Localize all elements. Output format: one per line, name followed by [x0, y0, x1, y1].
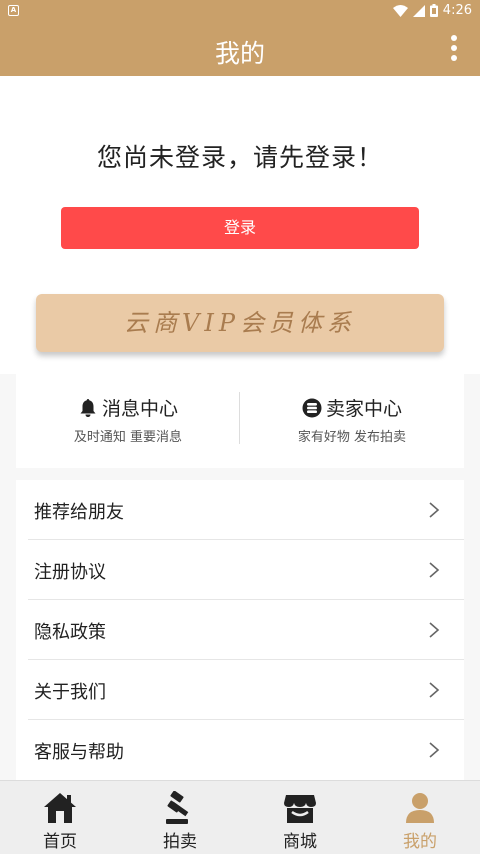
person-icon [406, 793, 434, 823]
menu-item-privacy-policy[interactable]: 隐私政策 [16, 600, 464, 660]
seller-center-label: 卖家中心 [325, 398, 402, 420]
message-center-subtitle: 及时通知 重要消息 [73, 430, 183, 445]
menu-item-label: 客服与帮助 [34, 742, 124, 763]
chevron-right-icon [429, 502, 440, 518]
menu-item-recommend[interactable]: 推荐给朋友 [16, 480, 464, 540]
title-bar: 我的 [0, 24, 480, 76]
battery-icon [429, 4, 438, 17]
seller-center-subtitle: 家有好物 发布拍卖 [297, 430, 407, 445]
menu-item-label: 隐私政策 [34, 622, 106, 643]
nav-store[interactable]: 商城 [240, 781, 360, 854]
coins-icon [302, 398, 322, 417]
nav-label-store: 商城 [283, 832, 317, 852]
menu-item-register-agreement[interactable]: 注册协议 [16, 540, 464, 600]
seller-center-button[interactable]: 卖家中心 家有好物 发布拍卖 [240, 374, 464, 468]
chevron-right-icon [429, 622, 440, 638]
menu-item-label: 注册协议 [34, 562, 106, 583]
chevron-right-icon [429, 742, 440, 758]
login-prompt: 您尚未登录，请先登录！ [96, 143, 383, 172]
more-vertical-icon[interactable] [450, 35, 458, 63]
login-button[interactable]: 登录 [61, 207, 419, 249]
menu-item-about-us[interactable]: 关于我们 [16, 660, 464, 720]
gavel-icon [166, 791, 189, 824]
status-time: 4:26 [442, 3, 472, 18]
seller-center-title: 卖家中心 [240, 394, 464, 421]
wifi-icon [392, 4, 408, 17]
menu-item-support-help[interactable]: 客服与帮助 [16, 720, 464, 780]
nav-label-mine: 我的 [403, 832, 437, 852]
chevron-right-icon [429, 682, 440, 698]
login-section: 您尚未登录，请先登录！ 登录 云商VIP会员体系 [0, 76, 480, 374]
home-icon [44, 793, 76, 823]
app-notification-icon: A [8, 5, 19, 16]
menu-item-label: 关于我们 [34, 682, 106, 703]
bottom-nav: 首页 拍卖 商城 我的 [0, 780, 480, 854]
message-center-button[interactable]: 消息中心 及时通知 重要消息 [16, 374, 240, 468]
settings-menu: 推荐给朋友 注册协议 隐私政策 关于我们 客服与帮助 [16, 480, 464, 780]
bell-icon [80, 398, 96, 417]
message-center-label: 消息中心 [101, 398, 178, 420]
store-icon [284, 795, 316, 823]
vip-banner[interactable]: 云商VIP会员体系 [36, 294, 444, 352]
message-center-title: 消息中心 [16, 394, 240, 421]
nav-label-home: 首页 [43, 832, 77, 852]
status-icons: 4:26 [392, 3, 472, 18]
profile-content: 您尚未登录，请先登录！ 登录 云商VIP会员体系 消息中心 及时通知 重要消息 [0, 76, 480, 780]
chevron-right-icon [429, 562, 440, 578]
nav-auction[interactable]: 拍卖 [120, 781, 240, 854]
quick-actions: 消息中心 及时通知 重要消息 卖家中心 家有好物 发布拍卖 [16, 374, 464, 468]
nav-mine[interactable]: 我的 [360, 781, 480, 854]
nav-label-auction: 拍卖 [163, 832, 197, 852]
page-title: 我的 [214, 39, 265, 68]
nav-home[interactable]: 首页 [0, 781, 120, 854]
status-bar: A 4:26 [0, 0, 480, 24]
menu-item-label: 推荐给朋友 [34, 502, 124, 523]
signal-icon [412, 4, 425, 17]
